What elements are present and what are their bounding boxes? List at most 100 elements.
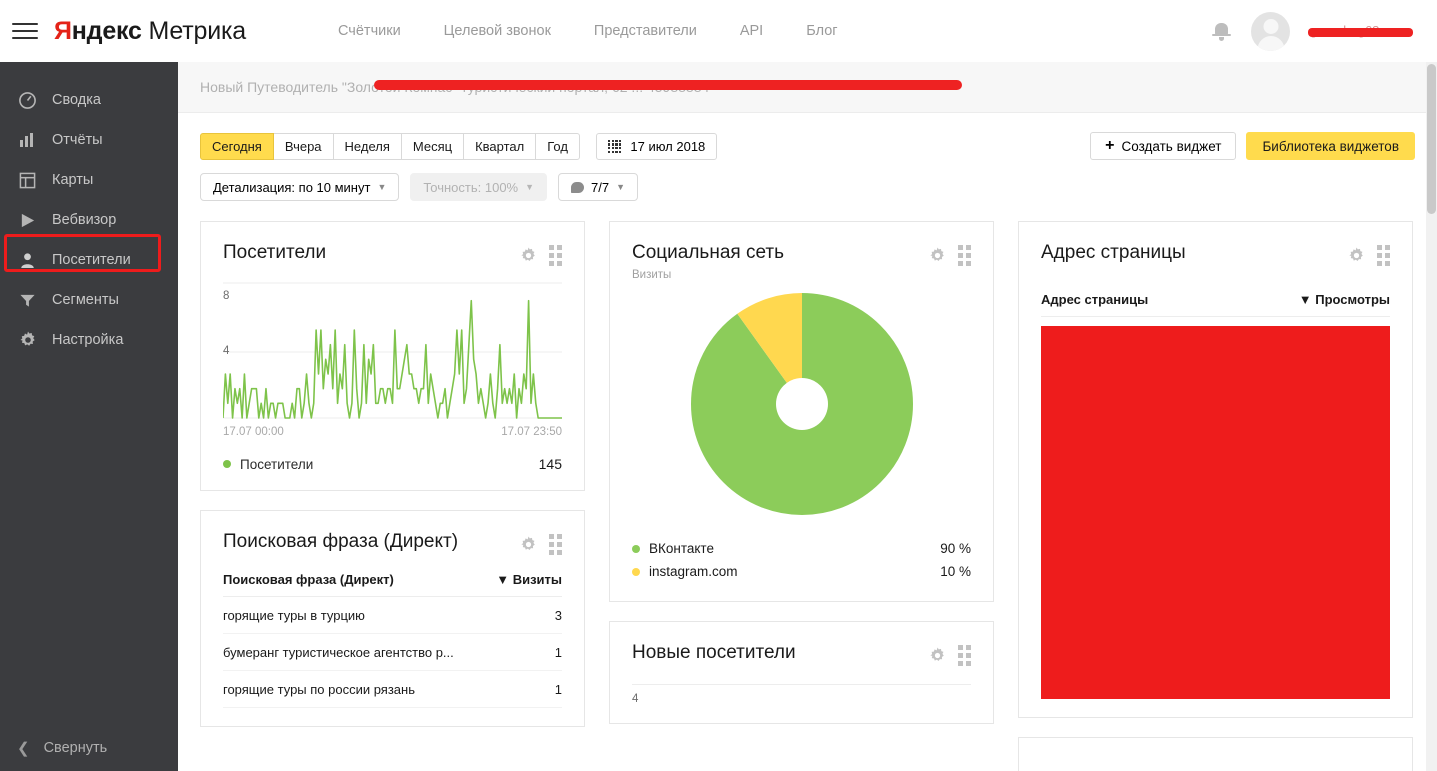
widget-library-button[interactable]: Библиотека виджетов [1246, 132, 1415, 161]
gear-icon[interactable] [929, 247, 946, 264]
user-avatar-icon[interactable] [1251, 11, 1290, 51]
legend-color-dot [223, 460, 231, 469]
legend-label: Посетители [240, 456, 314, 472]
detalization-dropdown[interactable]: Детализация: по 10 минут ▼ [200, 173, 400, 202]
page-address-redaction-block [1041, 326, 1390, 700]
gear-icon[interactable] [1348, 247, 1365, 264]
legend-value: 10 % [940, 564, 971, 580]
new-visitors-y-tick: 4 [632, 684, 971, 705]
sidebar-item-label: Сводка [52, 92, 101, 108]
logo-yandex-rest: ндекс [71, 16, 142, 45]
detalization-label: Детализация: по 10 минут [213, 179, 371, 195]
legend-value: 90 % [940, 541, 971, 557]
legend-label: instagram.com [649, 564, 738, 580]
grid-dots-icon[interactable] [1377, 245, 1390, 267]
calendar-icon [607, 139, 622, 154]
table-row[interactable]: бумеранг туристическое агентство р... 1 [223, 634, 562, 672]
legend-label: ВКонтакте [649, 541, 714, 557]
sidebar-item-webvisor[interactable]: Вебвизор [0, 200, 178, 240]
sidebar-item-segmenty[interactable]: Сегменты [0, 280, 178, 320]
widget-column-2: Социальная сеть Визиты ВКонтакте 90 % in… [609, 221, 994, 771]
widget-subtitle: Визиты [632, 269, 672, 282]
widget-actions [520, 531, 562, 556]
widget-page-address: Адрес страницы Адрес страницы ▼ Просмотр… [1018, 221, 1413, 719]
widget-header: Посетители [223, 242, 562, 267]
widget-actions [929, 642, 971, 667]
cell-visits: 1 [554, 645, 562, 661]
column-header-views[interactable]: ▼ Просмотры [1299, 292, 1390, 307]
widget-actions [1348, 242, 1390, 267]
grid-dots-icon[interactable] [549, 534, 562, 556]
legend-value: 145 [538, 456, 562, 473]
visitors-x-axis: 17.07 00:00 17.07 23:50 [223, 426, 562, 438]
sidebar-item-otchety[interactable]: Отчёты [0, 120, 178, 160]
period-month[interactable]: Месяц [400, 132, 465, 160]
column-header-visits[interactable]: ▼ Визиты [496, 572, 562, 587]
nav-item-representatives[interactable]: Представители [594, 23, 697, 39]
create-widget-button[interactable]: + Создать виджет [1090, 132, 1237, 161]
period-week[interactable]: Неделя [332, 132, 402, 160]
y-axis-tick-4: 4 [223, 345, 230, 358]
legend-item[interactable]: ВКонтакте 90 % [632, 537, 971, 560]
date-picker-button[interactable]: 17 июл 2018 [595, 132, 718, 160]
chevron-down-icon: ▼ [525, 182, 535, 193]
legend-item[interactable]: instagram.com 10 % [632, 560, 971, 583]
x-axis-start: 17.07 00:00 [223, 426, 284, 439]
period-quarter[interactable]: Квартал [463, 132, 537, 160]
page-scrollbar-thumb[interactable] [1427, 64, 1436, 214]
toolbar-row-2: Детализация: по 10 минут ▼ Точность: 100… [200, 173, 1415, 202]
toolbar-row-1: Сегодня Вчера Неделя Месяц Квартал Год 1… [200, 132, 1415, 161]
play-icon [17, 210, 38, 231]
period-yesterday[interactable]: Вчера [272, 132, 334, 160]
widget-title: Новые посетители [632, 642, 796, 664]
nav-item-api[interactable]: API [740, 23, 763, 39]
table-header: Поисковая фраза (Директ) ▼ Визиты [223, 572, 562, 598]
sidebar-item-svodka[interactable]: Сводка [0, 80, 178, 120]
nav-item-blog[interactable]: Блог [806, 23, 837, 39]
sidebar-item-label: Настройка [52, 332, 124, 348]
widget-partial-below [1018, 737, 1413, 771]
hamburger-icon[interactable] [12, 23, 38, 39]
sidebar-item-nastroika[interactable]: Настройка [0, 320, 178, 360]
gear-icon[interactable] [520, 247, 537, 264]
grid-dots-icon[interactable] [958, 245, 971, 267]
cell-visits: 1 [554, 682, 562, 698]
y-axis-tick-8: 8 [223, 290, 230, 303]
widget-title: Адрес страницы [1041, 242, 1186, 264]
sidebar-collapse-button[interactable]: ❮ Свернуть [0, 725, 178, 771]
page-address-table-header: Адрес страницы ▼ Просмотры [1041, 292, 1390, 318]
column-header-address: Адрес страницы [1041, 292, 1149, 308]
sidebar-item-label: Посетители [52, 252, 131, 268]
period-year[interactable]: Год [535, 132, 580, 160]
speech-bubble-icon [571, 181, 585, 193]
page-body: Сводка Отчёты Карты Вебвизор Посетители … [0, 62, 1437, 771]
visitors-legend: Посетители 145 [223, 456, 562, 472]
username-redacted[interactable]: greenbug68 [1308, 21, 1415, 41]
main-content: Новый Путеводитель "Золотой Компас" тури… [178, 62, 1437, 771]
grid-dots-icon[interactable] [958, 645, 971, 667]
yandex-metrika-logo[interactable]: Яндекс Метрика [54, 17, 246, 46]
cell-phrase: горящие туры по россии рязань [223, 682, 415, 698]
gear-icon[interactable] [929, 647, 946, 664]
top-header: Яндекс Метрика Счётчики Целевой звонок П… [0, 0, 1437, 62]
cell-phrase: горящие туры в турцию [223, 608, 365, 624]
widget-actions [520, 242, 562, 267]
widget-grid: Посетители 8 4 17.07 00:00 17.07 23:50 П… [178, 201, 1437, 771]
nav-item-counters[interactable]: Счётчики [338, 23, 401, 39]
gear-icon[interactable] [520, 536, 537, 553]
table-row[interactable]: горящие туры по россии рязань 1 [223, 671, 562, 709]
nav-item-target-call[interactable]: Целевой звонок [444, 23, 551, 39]
chevron-down-icon: ▼ [377, 182, 387, 193]
comments-dropdown[interactable]: 7/7 ▼ [558, 173, 639, 202]
sidebar-item-posetiteli[interactable]: Посетители [0, 234, 178, 280]
widget-actions [929, 242, 971, 267]
app-root: Яндекс Метрика Счётчики Целевой звонок П… [0, 0, 1437, 771]
period-today[interactable]: Сегодня [200, 132, 274, 160]
table-row[interactable]: горящие туры в турцию 3 [223, 597, 562, 635]
notification-bell-icon[interactable] [1212, 21, 1231, 42]
sidebar-item-karty[interactable]: Карты [0, 160, 178, 200]
widget-title: Поисковая фраза (Директ) [223, 531, 459, 553]
logo-metrika: Метрика [148, 16, 247, 45]
grid-dots-icon[interactable] [549, 245, 562, 267]
sidebar: Сводка Отчёты Карты Вебвизор Посетители … [0, 62, 178, 771]
